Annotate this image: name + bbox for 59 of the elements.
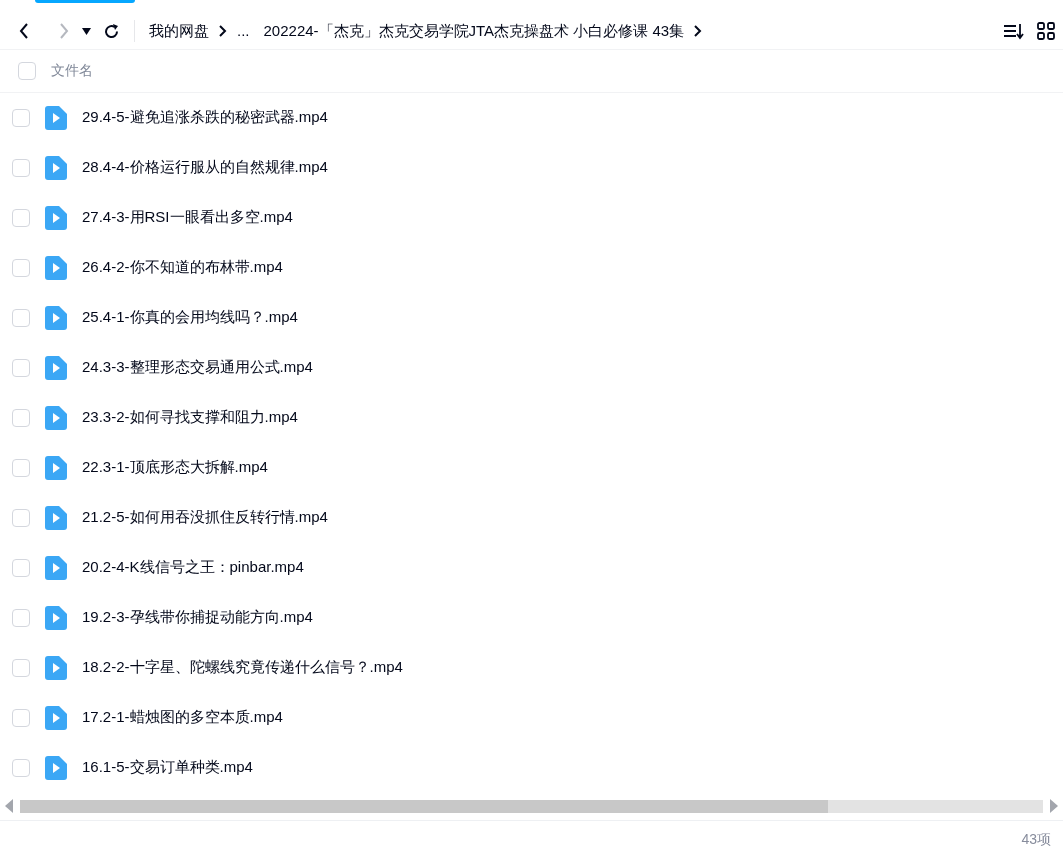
video-file-icon (45, 105, 67, 130)
file-name[interactable]: 20.2-4-K线信号之王：pinbar.mp4 (82, 556, 304, 579)
video-file-icon (45, 305, 67, 330)
video-file-icon (45, 205, 67, 230)
row-checkbox[interactable] (12, 758, 30, 777)
file-name[interactable]: 18.2-2-十字星、陀螺线究竟传递什么信号？.mp4 (82, 656, 403, 679)
file-name[interactable]: 22.3-1-顶底形态大拆解.mp4 (82, 456, 268, 479)
scroll-left-icon[interactable] (4, 799, 14, 814)
video-file-icon (45, 705, 67, 730)
row-checkbox[interactable] (12, 308, 30, 327)
breadcrumb-link[interactable]: 我的网盘 (149, 20, 209, 43)
video-file-icon (45, 255, 67, 280)
video-file-icon (45, 755, 67, 780)
breadcrumb-ellipsis[interactable]: ... (237, 20, 250, 43)
file-name[interactable]: 17.2-1-蜡烛图的多空本质.mp4 (82, 706, 283, 729)
video-file-icon (45, 605, 67, 630)
video-file-icon (45, 405, 67, 430)
chevron-right-icon (219, 25, 227, 38)
select-all-checkbox[interactable] (18, 61, 36, 80)
scrollbar-track[interactable] (20, 799, 1043, 813)
chevron-right-icon (694, 25, 703, 38)
row-checkbox[interactable] (12, 258, 30, 277)
file-name[interactable]: 25.4-1-你真的会用均线吗？.mp4 (82, 306, 298, 329)
video-file-icon (45, 505, 67, 530)
column-header[interactable]: 文件名 (51, 60, 93, 82)
file-name[interactable]: 23.3-2-如何寻找支撑和阻力.mp4 (82, 406, 298, 429)
video-file-icon (45, 655, 67, 680)
video-file-icon (45, 155, 67, 180)
row-checkbox[interactable] (12, 508, 30, 527)
file-name[interactable]: 16.1-5-交易订单种类.mp4 (82, 756, 253, 779)
breadcrumb-link[interactable]: 202224-「杰克」杰克交易学院JTA杰克操盘术 小白必修课 43集 (263, 20, 685, 43)
video-file-icon (45, 455, 67, 480)
scrollbar-thumb[interactable] (20, 799, 829, 813)
file-name[interactable]: 27.4-3-用RSI一眼看出多空.mp4 (82, 206, 293, 229)
video-file-icon (45, 555, 67, 580)
row-checkbox[interactable] (12, 458, 30, 477)
row-checkbox[interactable] (12, 658, 30, 677)
sort-icon[interactable] (1003, 22, 1025, 41)
row-checkbox[interactable] (12, 358, 30, 377)
file-name[interactable]: 28.4-4-价格运行服从的自然规律.mp4 (82, 156, 328, 179)
scroll-right-icon[interactable] (1049, 799, 1059, 814)
file-name[interactable]: 21.2-5-如何用吞没抓住反转行情.mp4 (82, 506, 328, 529)
file-name[interactable]: 19.2-3-孕线带你捕捉动能方向.mp4 (82, 606, 313, 629)
dropdown-caret-icon[interactable] (82, 27, 91, 35)
file-name[interactable]: 24.3-3-整理形态交易通用公式.mp4 (82, 356, 313, 379)
file-name[interactable]: 26.4-2-你不知道的布林带.mp4 (82, 256, 283, 279)
grid-view-icon[interactable] (1037, 22, 1055, 41)
row-checkbox[interactable] (12, 208, 30, 227)
video-file-icon (45, 355, 67, 380)
row-checkbox[interactable] (12, 408, 30, 427)
toolbar-button-edge[interactable] (35, 0, 135, 3)
file-name[interactable]: 29.4-5-避免追涨杀跌的秘密武器.mp4 (82, 106, 328, 129)
row-checkbox[interactable] (12, 158, 30, 177)
refresh-icon[interactable] (103, 22, 120, 40)
row-checkbox[interactable] (12, 608, 30, 627)
row-checkbox[interactable] (12, 558, 30, 577)
row-checkbox[interactable] (12, 108, 30, 127)
row-checkbox[interactable] (12, 708, 30, 727)
item-count: 43项 (1021, 830, 1051, 850)
